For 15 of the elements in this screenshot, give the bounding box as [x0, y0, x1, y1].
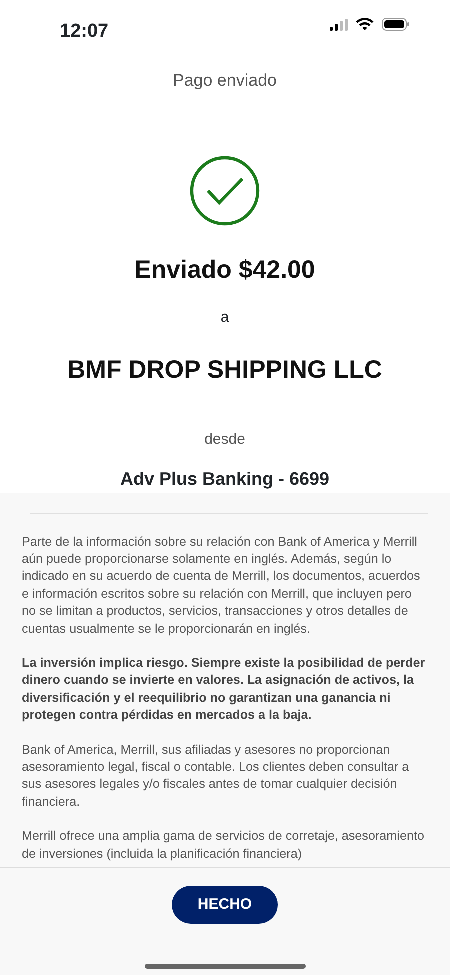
disclosure-paragraph: Bank of America, Merrill, sus afiliadas y asesores no proporcionan asesoramiento legal, fiscal o contable. Los clientes deben consultar a sus asesores legales y/o fiscales antes de tomar cualquier decisión financiera.: [22, 742, 410, 811]
from-label: desde: [204, 430, 246, 450]
status-time: 12:07: [60, 20, 109, 44]
wifi-icon: [356, 18, 374, 31]
account-name: Adv Plus Banking - 6699: [120, 468, 330, 491]
done-button[interactable]: HECHO: [172, 886, 278, 924]
battery-icon: [382, 18, 410, 31]
screen-title: Pago enviado: [173, 71, 277, 90]
signal-icon: [330, 18, 348, 30]
amount-sent: Enviado $42.00: [134, 254, 316, 286]
disclosure-paragraph: Merrill ofrece una amplia gama de servicios de corretaje, asesoramiento de inversiones (incluida la planificación financiera): [22, 828, 426, 863]
disclosure-paragraph: Parte de la información sobre su relación con Bank of America y Merrill aún puede proporcionarse solamente en inglés. Además, según lo indicado en su acuerdo de cuenta de Merrill, los documentos, acuerdos e información escritos sobre su relación con Merrill, que incluyen pero no se limitan a productos, servicios, transacciones y otros detalles de cuentas usualmente se le proporcionarán en inglés.: [22, 534, 422, 638]
connector-text: a: [220, 308, 230, 328]
recipient-name: BMF DROP SHIPPING LLC: [68, 354, 382, 386]
disclosure-paragraph: La inversión implica riesgo. Siempre existe la posibilidad de perder dinero cuando se invierte en valores. La asignación de activos, la diversificación y el reequilibrio no garantizan una ganancia ni protegen contra pérdidas en mercados a la baja.: [22, 654, 426, 724]
